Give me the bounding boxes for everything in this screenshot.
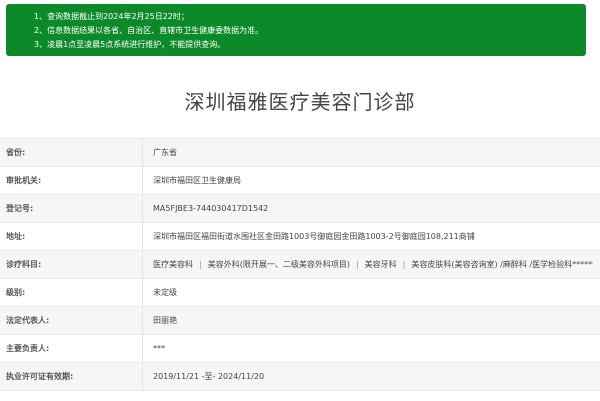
table-row-legal-representative: 法定代表人: 田丽艳 bbox=[0, 307, 600, 335]
principal-value: *** bbox=[153, 344, 165, 353]
pipe-separator: | bbox=[402, 260, 406, 269]
page-title: 深圳福雅医疗美容门诊部 bbox=[184, 90, 416, 114]
table-row-registration-number: 登记号: MA5FJBE3-744030417D1542 bbox=[0, 195, 600, 223]
address-label: 地址: bbox=[6, 232, 26, 241]
registration-number-value: MA5FJBE3-744030417D1542 bbox=[153, 204, 269, 213]
department-item: 美容牙科 bbox=[364, 260, 397, 269]
department-item: 医疗美容科 bbox=[153, 260, 193, 269]
column-divider bbox=[142, 363, 143, 390]
registration-number-label: 登记号: bbox=[6, 204, 34, 213]
province-value: 广东省 bbox=[153, 148, 177, 157]
table-row-approval-authority: 审批机关: 深圳市福田区卫生健康局 bbox=[0, 167, 600, 195]
column-divider bbox=[142, 279, 143, 306]
license-validity-label: 执业许可证有效期: bbox=[6, 372, 74, 381]
level-label: 级别: bbox=[6, 288, 26, 297]
legal-representative-value: 田丽艳 bbox=[153, 316, 177, 325]
department-item: 美容皮肤科(美容咨询室) /麻醉科 /医学检验科****** bbox=[411, 260, 593, 269]
table-row-license-validity: 执业许可证有效期: 2019/11/21 -至- 2024/11/20 bbox=[0, 363, 600, 391]
legal-representative-label: 法定代表人: bbox=[6, 316, 50, 325]
notice-line-2: 2、信息数据结果以各省、自治区、直辖市卫生健康委数据为准。 bbox=[34, 26, 264, 35]
departments-label: 诊疗科目: bbox=[6, 260, 42, 269]
license-validity-value: 2019/11/21 -至- 2024/11/20 bbox=[153, 372, 265, 381]
departments-value: 医疗美容科 | 美容外科(限开展一、二级美容外科项目) | 美容牙科 | 美容皮肤科(美容咨… bbox=[153, 251, 593, 278]
department-item: 美容外科(限开展一、二级美容外科项目) bbox=[207, 260, 350, 269]
approval-authority-value: 深圳市福田区卫生健康局 bbox=[153, 176, 241, 185]
table-row-departments: 诊疗科目: 医疗美容科 | 美容外科(限开展一、二级美容外科项目) | 美容牙科 | 美容皮… bbox=[0, 251, 600, 279]
level-value: 未定级 bbox=[153, 288, 177, 297]
table-row-province: 省份: 广东省 bbox=[0, 139, 600, 167]
approval-authority-label: 审批机关: bbox=[6, 176, 42, 185]
table-row-principal: 主要负责人: *** bbox=[0, 335, 600, 363]
column-divider bbox=[142, 307, 143, 334]
column-divider bbox=[142, 223, 143, 250]
column-divider bbox=[142, 139, 143, 166]
province-label: 省份: bbox=[6, 148, 26, 157]
notice-line-3: 3、凌晨1点至凌晨5点系统进行维护，不能提供查询。 bbox=[34, 40, 226, 49]
principal-label: 主要负责人: bbox=[6, 344, 50, 353]
column-divider bbox=[142, 335, 143, 362]
pipe-separator: | bbox=[199, 260, 202, 269]
table-row-level: 级别: 未定级 bbox=[0, 279, 600, 307]
table-row-address: 地址: 深圳市福田区福田街道水围社区金田路1003号御庭园金田路1003-2号御… bbox=[0, 223, 600, 251]
column-divider bbox=[142, 195, 143, 222]
notice-banner: 1、查询数据截止到2024年2月25日22时； 2、信息数据结果以各省、自治区、… bbox=[6, 4, 586, 56]
info-table: 省份: 广东省 审批机关: 深圳市福田区卫生健康局 登记号: MA5FJBE3-… bbox=[0, 138, 600, 401]
pipe-separator: | bbox=[355, 260, 359, 269]
column-divider bbox=[142, 167, 143, 194]
column-divider bbox=[142, 251, 143, 278]
notice-line-1: 1、查询数据截止到2024年2月25日22时； bbox=[34, 12, 189, 21]
address-value: 深圳市福田区福田街道水围社区金田路1003号御庭园金田路1003-2号御庭园10… bbox=[153, 232, 475, 241]
